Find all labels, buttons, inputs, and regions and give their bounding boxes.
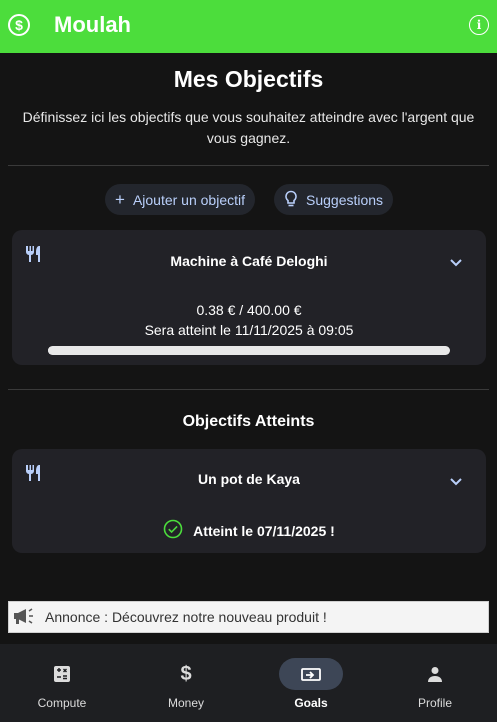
nav-label: Goals xyxy=(294,696,328,710)
app-bar: $ Moulah i xyxy=(0,0,497,53)
goal-progress-fill xyxy=(48,346,50,355)
plus-icon: + xyxy=(115,190,125,209)
achieved-goal-name: Un pot de Kaya xyxy=(198,471,300,487)
person-icon xyxy=(403,658,467,690)
money-bill-icon xyxy=(279,658,343,690)
chevron-down-icon[interactable] xyxy=(450,473,462,491)
achieved-status: Atteint le 07/11/2025 ! xyxy=(12,519,486,542)
suggestions-label: Suggestions xyxy=(306,191,384,208)
goal-name: Machine à Café Deloghi xyxy=(170,253,328,269)
goal-eta: Sera atteint le 11/11/2025 à 09:05 xyxy=(144,322,354,338)
ad-banner[interactable]: Annonce : Découvrez notre nouveau produi… xyxy=(8,601,489,633)
nav-profile[interactable]: Profile xyxy=(373,644,497,722)
calculator-icon xyxy=(30,658,94,690)
nav-money[interactable]: $ Money xyxy=(124,644,248,722)
achieved-goal-card[interactable]: Un pot de Kaya Atteint le 07/11/2025 ! xyxy=(12,449,486,553)
dollar-icon: $ xyxy=(180,662,192,685)
dollar-circle-icon: $ xyxy=(8,14,30,36)
add-goal-button[interactable]: + Ajouter un objectif xyxy=(105,184,256,215)
megaphone-icon xyxy=(13,607,35,628)
divider xyxy=(8,389,489,390)
app-title: Moulah xyxy=(54,12,131,37)
nav-goals[interactable]: Goals xyxy=(249,644,373,722)
achieved-date: Atteint le 07/11/2025 ! xyxy=(193,522,335,539)
nav-compute[interactable]: Compute xyxy=(0,644,124,722)
add-goal-label: Ajouter un objectif xyxy=(132,191,246,208)
lightbulb-icon xyxy=(284,190,298,210)
info-icon[interactable]: i xyxy=(469,15,489,35)
chevron-down-icon[interactable] xyxy=(450,254,462,272)
bottom-navigation: Compute $ Money Goals Profile xyxy=(0,644,497,722)
page-description: Définissez ici les objectifs que vous so… xyxy=(22,109,475,146)
ad-text: Annonce : Découvrez notre nouveau produi… xyxy=(45,609,327,625)
goal-progress-bar xyxy=(48,346,450,355)
goal-card[interactable]: Machine à Café Deloghi 0.38 € / 400.00 €… xyxy=(12,230,486,365)
achieved-section-title: Objectifs Atteints xyxy=(182,413,315,430)
nav-label: Profile xyxy=(417,696,452,710)
nav-label: Money xyxy=(167,696,205,710)
suggestions-button[interactable]: Suggestions xyxy=(274,184,394,215)
goal-amount: 0.38 € / 400.00 € xyxy=(196,302,302,318)
divider xyxy=(8,165,489,166)
check-circle-icon xyxy=(163,519,183,542)
nav-label: Compute xyxy=(37,696,87,710)
page-title: Mes Objectifs xyxy=(173,66,324,92)
